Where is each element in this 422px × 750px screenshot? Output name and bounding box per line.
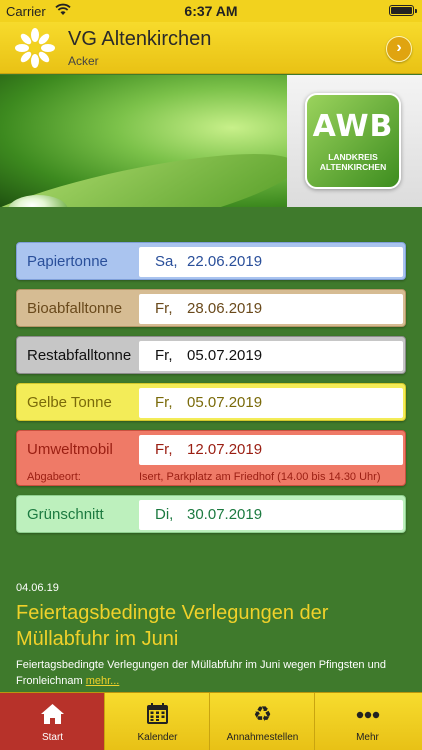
awb-logo-subtext: LANDKREIS ALTENKIRCHEN — [307, 152, 399, 172]
waste-type-label: Bioabfalltonne — [27, 300, 123, 317]
schedule-row-papiertonne[interactable]: Papiertonne Sa, 22.06.2019 — [16, 242, 406, 280]
schedule-row-umweltmobil[interactable]: Umweltmobil Fr, 12.07.2019 Abgabeort: Is… — [16, 430, 406, 486]
date-box: Sa, 22.06.2019 — [139, 247, 403, 277]
awb-logo: AWB LANDKREIS ALTENKIRCHEN — [305, 93, 401, 189]
awb-logo-panel: AWB LANDKREIS ALTENKIRCHEN — [287, 75, 422, 207]
date-box: Fr, 05.07.2019 — [139, 388, 403, 418]
pickup-date: 30.07.2019 — [187, 506, 263, 523]
battery-icon — [389, 5, 417, 16]
awb-subtext-line2: ALTENKIRCHEN — [319, 162, 387, 172]
schedule-row-gruenschnitt[interactable]: Grünschnitt Di, 30.07.2019 — [16, 495, 406, 533]
weekday: Fr, — [155, 441, 173, 458]
collection-schedule: Papiertonne Sa, 22.06.2019 Bioabfalltonn… — [16, 242, 406, 542]
pickup-date: 28.06.2019 — [187, 300, 263, 317]
waste-type-label: Grünschnitt — [27, 506, 104, 523]
tab-bar: Start Kalender ♻ Annahmestellen Mehr — [0, 692, 422, 750]
recycle-icon: ♻ — [253, 702, 272, 726]
banner-image: AWB LANDKREIS ALTENKIRCHEN — [0, 75, 422, 207]
pickup-date: 12.07.2019 — [187, 441, 263, 458]
weekday: Fr, — [155, 347, 173, 364]
awb-logo-text: AWB — [312, 109, 394, 144]
flower-logo-icon — [15, 28, 55, 68]
clock: 6:37 AM — [184, 3, 238, 19]
news-teaser: Feiertagsbedingte Verlegungen der Müllab… — [16, 657, 412, 689]
date-box: Fr, 05.07.2019 — [139, 341, 403, 371]
news-date: 04.06.19 — [16, 582, 59, 594]
waste-type-label: Umweltmobil — [27, 441, 113, 458]
tab-label: Annahmestellen — [226, 732, 299, 743]
home-icon — [41, 704, 64, 724]
drop-off-location: Isert, Parkplatz am Friedhof (14.00 bis … — [139, 471, 381, 483]
calendar-icon — [147, 703, 168, 724]
date-box: Fr, 28.06.2019 — [139, 294, 403, 324]
weekday: Di, — [155, 506, 174, 523]
app-header: VG Altenkirchen Acker › — [0, 22, 422, 74]
tab-kalender[interactable]: Kalender — [105, 693, 210, 750]
weekday: Sa, — [155, 253, 178, 270]
schedule-row-bioabfalltonne[interactable]: Bioabfalltonne Fr, 28.06.2019 — [16, 289, 406, 327]
news-item[interactable]: 04.06.19 Feiertagsbedingte Verlegungen d… — [16, 582, 412, 689]
tab-annahmestellen[interactable]: ♻ Annahmestellen — [210, 693, 315, 750]
tab-label: Mehr — [356, 732, 379, 743]
tab-start[interactable]: Start — [0, 693, 105, 750]
weekday: Fr, — [155, 300, 173, 317]
pickup-date: 22.06.2019 — [187, 253, 263, 270]
location-subtitle: Acker — [68, 54, 99, 68]
news-teaser-text: Feiertagsbedingte Verlegungen der Müllab… — [16, 659, 386, 687]
tab-label: Kalender — [137, 732, 178, 743]
chevron-right-icon: › — [396, 39, 402, 56]
schedule-row-restabfalltonne[interactable]: Restabfalltonne Fr, 05.07.2019 — [16, 336, 406, 374]
more-link[interactable]: mehr... — [86, 675, 120, 687]
next-button[interactable]: › — [386, 36, 412, 62]
awb-subtext-line1: LANDKREIS — [328, 152, 378, 162]
weekday: Fr, — [155, 394, 173, 411]
waste-type-label: Gelbe Tonne — [27, 394, 112, 411]
news-headline[interactable]: Feiertagsbedingte Verlegungen der Müllab… — [16, 600, 412, 652]
date-box: Fr, 12.07.2019 — [139, 435, 403, 465]
waste-type-label: Restabfalltonne — [27, 347, 132, 364]
page-title: VG Altenkirchen — [68, 28, 212, 50]
status-bar: Carrier 6:37 AM — [0, 0, 422, 22]
tab-label: Start — [41, 732, 64, 743]
pickup-date: 05.07.2019 — [187, 347, 263, 364]
drop-off-label: Abgabeort: — [27, 471, 81, 483]
date-box: Di, 30.07.2019 — [139, 500, 403, 530]
tab-mehr[interactable]: Mehr — [315, 693, 420, 750]
more-icon — [356, 711, 380, 719]
schedule-row-gelbe-tonne[interactable]: Gelbe Tonne Fr, 05.07.2019 — [16, 383, 406, 421]
waste-type-label: Papiertonne — [27, 253, 108, 270]
pickup-date: 05.07.2019 — [187, 394, 263, 411]
